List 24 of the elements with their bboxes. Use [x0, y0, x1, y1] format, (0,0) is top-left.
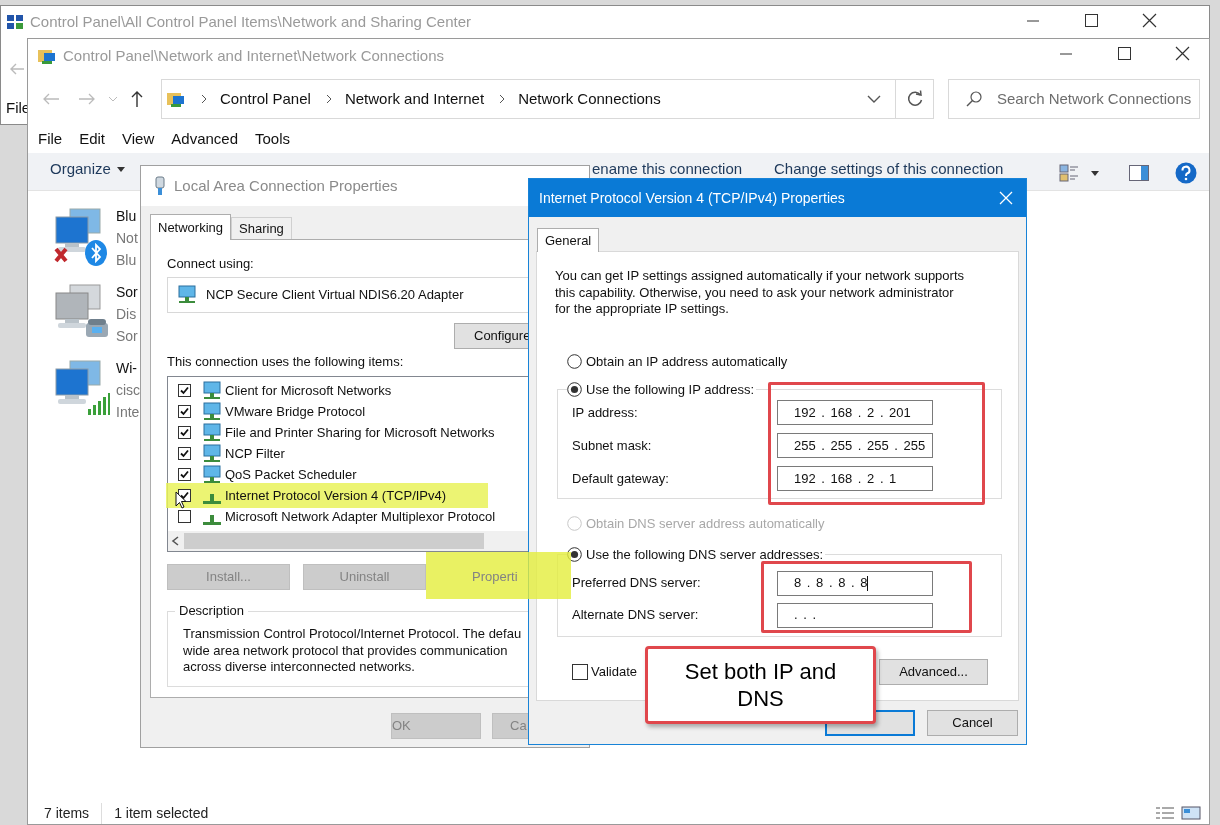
connection-detail: Sor: [116, 327, 138, 346]
field-label: Subnet mask:: [571, 436, 653, 455]
dialog-title: Local Area Connection Properties: [174, 175, 398, 196]
window-title: Control Panel\Network and Internet\Network Connections: [63, 45, 445, 66]
group-label: Description: [175, 603, 249, 619]
window-title: Control Panel\All Control Panel Items\Network and Sharing Center: [30, 11, 472, 32]
field-label: IP address:: [571, 403, 639, 422]
dialog-title: Internet Protocol Version 4 (TCP/IPv4) Properties: [539, 188, 845, 208]
field-label: Default gateway:: [571, 469, 670, 488]
search-placeholder: Search Network Connections: [997, 88, 1192, 109]
connection-detail: Blu: [116, 251, 138, 270]
connection-detail: Not: [116, 229, 138, 248]
field-label: Alternate DNS server:: [571, 606, 700, 625]
field-label: Connect using:: [167, 256, 255, 272]
connection-detail: Inte: [116, 403, 141, 422]
status-text: 1 item selected: [113, 803, 209, 823]
field-label: Preferred DNS server:: [571, 574, 702, 593]
connection-detail: cisc: [116, 381, 141, 400]
connection-detail: Dis: [116, 305, 138, 324]
description-text: Transmission Control Protocol/Internet Protocol. The defau wide area network protocol that provides communication across diverse interconnected networks.: [183, 626, 523, 676]
intro-text: You can get IP settings assigned automatically if your network supports this capability. Otherwise, you need to ask your network administrator for the appropriate IP settings.: [555, 268, 965, 318]
callout-text: Set both IP and DNS: [683, 658, 838, 712]
status-text: 7 items: [44, 802, 103, 824]
field-label: This connection uses the following items:: [167, 354, 404, 370]
